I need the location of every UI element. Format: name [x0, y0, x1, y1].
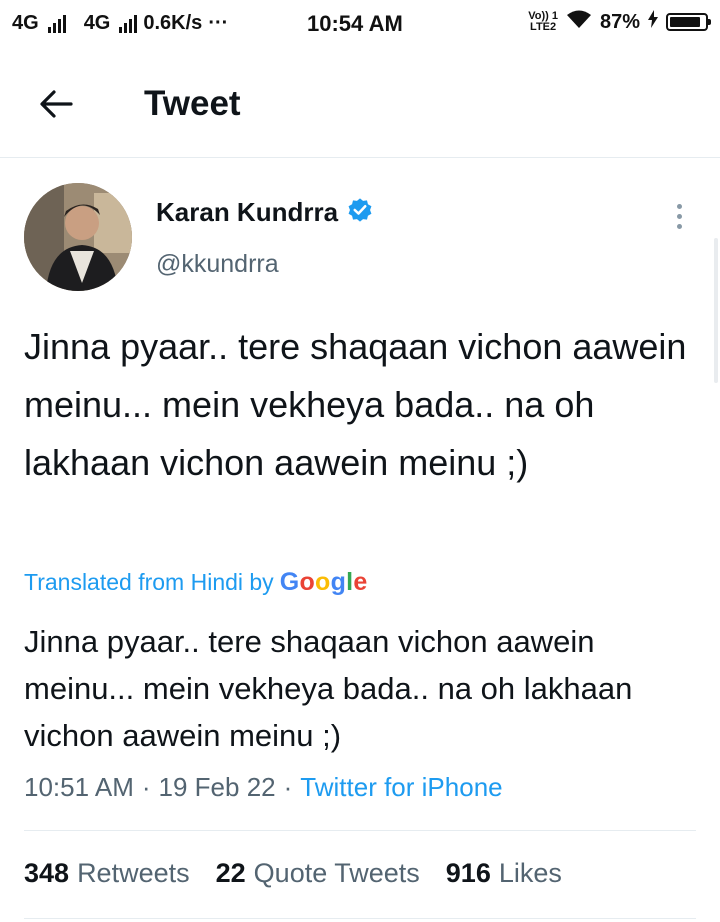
author-name-row[interactable]: Karan Kundrra — [156, 196, 374, 229]
meta-separator: · — [141, 772, 151, 802]
more-options-button[interactable] — [662, 198, 696, 234]
retweets-count: 348 — [24, 858, 70, 888]
scrollbar[interactable] — [714, 238, 718, 383]
likes-count: 916 — [445, 858, 491, 888]
google-logo-letter: G — [279, 568, 300, 596]
tweet-stats: 348 Retweets 22 Quote Tweets 916 Likes — [24, 858, 562, 889]
network-label-1: 4G — [12, 12, 39, 34]
google-logo-letter: o — [315, 568, 331, 596]
more-dot-icon — [676, 223, 682, 229]
translated-label: Translated from Hindi by — [24, 569, 274, 595]
quote-tweets-count: 22 — [215, 858, 246, 888]
wifi-icon — [566, 9, 592, 35]
quote-tweets-label: Quote Tweets — [253, 858, 420, 888]
retweets-stat[interactable]: 348 Retweets — [24, 858, 190, 889]
likes-stat[interactable]: 916 Likes — [446, 858, 562, 889]
charging-icon — [648, 10, 658, 34]
more-notifications-icon: ··· — [208, 12, 229, 34]
meta-separator: · — [283, 772, 293, 802]
status-bar: 4G 4G 0.6K/s ··· 10:54 AM Vo)) 1 LTE2 87… — [0, 0, 720, 52]
more-dot-icon — [676, 213, 682, 219]
google-logo-letter: g — [330, 568, 347, 596]
page-title: Tweet — [144, 84, 241, 123]
google-logo-letter: e — [353, 568, 368, 596]
tweet-time: 10:51 AM — [24, 772, 134, 802]
avatar[interactable] — [24, 183, 132, 291]
signal-icon-1 — [47, 14, 66, 33]
network-speed: 0.6K/s — [143, 12, 203, 34]
signal-icon-2 — [119, 14, 138, 33]
author-handle[interactable]: @kkundrra — [156, 250, 279, 279]
back-arrow-icon — [40, 90, 73, 118]
tweet-date: 19 Feb 22 — [158, 772, 276, 802]
status-right: Vo)) 1 LTE2 87% — [528, 9, 711, 35]
tweet-translation: Jinna pyaar.. tere shaqaan vichon aawein… — [24, 624, 633, 753]
status-left: 4G 4G 0.6K/s ··· — [12, 12, 228, 35]
verified-badge-icon — [346, 196, 374, 229]
battery-fill — [670, 17, 700, 27]
author-name: Karan Kundrra — [156, 197, 339, 227]
retweets-label: Retweets — [77, 858, 190, 888]
battery-icon — [666, 13, 711, 31]
volte-indicator: Vo)) 1 LTE2 — [528, 11, 558, 33]
status-time: 10:54 AM — [307, 11, 403, 36]
more-dot-icon — [676, 203, 682, 209]
top-app-bar: Tweet — [0, 52, 720, 158]
battery-percent: 87% — [599, 10, 640, 33]
tweet-text: Jinna pyaar.. tere shaqaan vichon aawein… — [24, 326, 687, 483]
tweet-meta: 10:51 AM · 19 Feb 22 · Twitter for iPhon… — [24, 772, 503, 803]
google-logo-letter: o — [299, 568, 316, 596]
translation-attribution[interactable]: Translated from Hindi by Google — [24, 568, 368, 597]
network-label-2: 4G — [83, 12, 111, 34]
divider — [24, 830, 696, 831]
tweet-source-link[interactable]: Twitter for iPhone — [300, 772, 502, 803]
quote-tweets-stat[interactable]: 22 Quote Tweets — [216, 858, 420, 889]
likes-label: Likes — [498, 858, 562, 888]
google-logo: Google — [280, 568, 368, 597]
back-button[interactable] — [34, 82, 78, 126]
divider — [24, 918, 696, 919]
volte-line-2: LTE2 — [530, 21, 557, 33]
